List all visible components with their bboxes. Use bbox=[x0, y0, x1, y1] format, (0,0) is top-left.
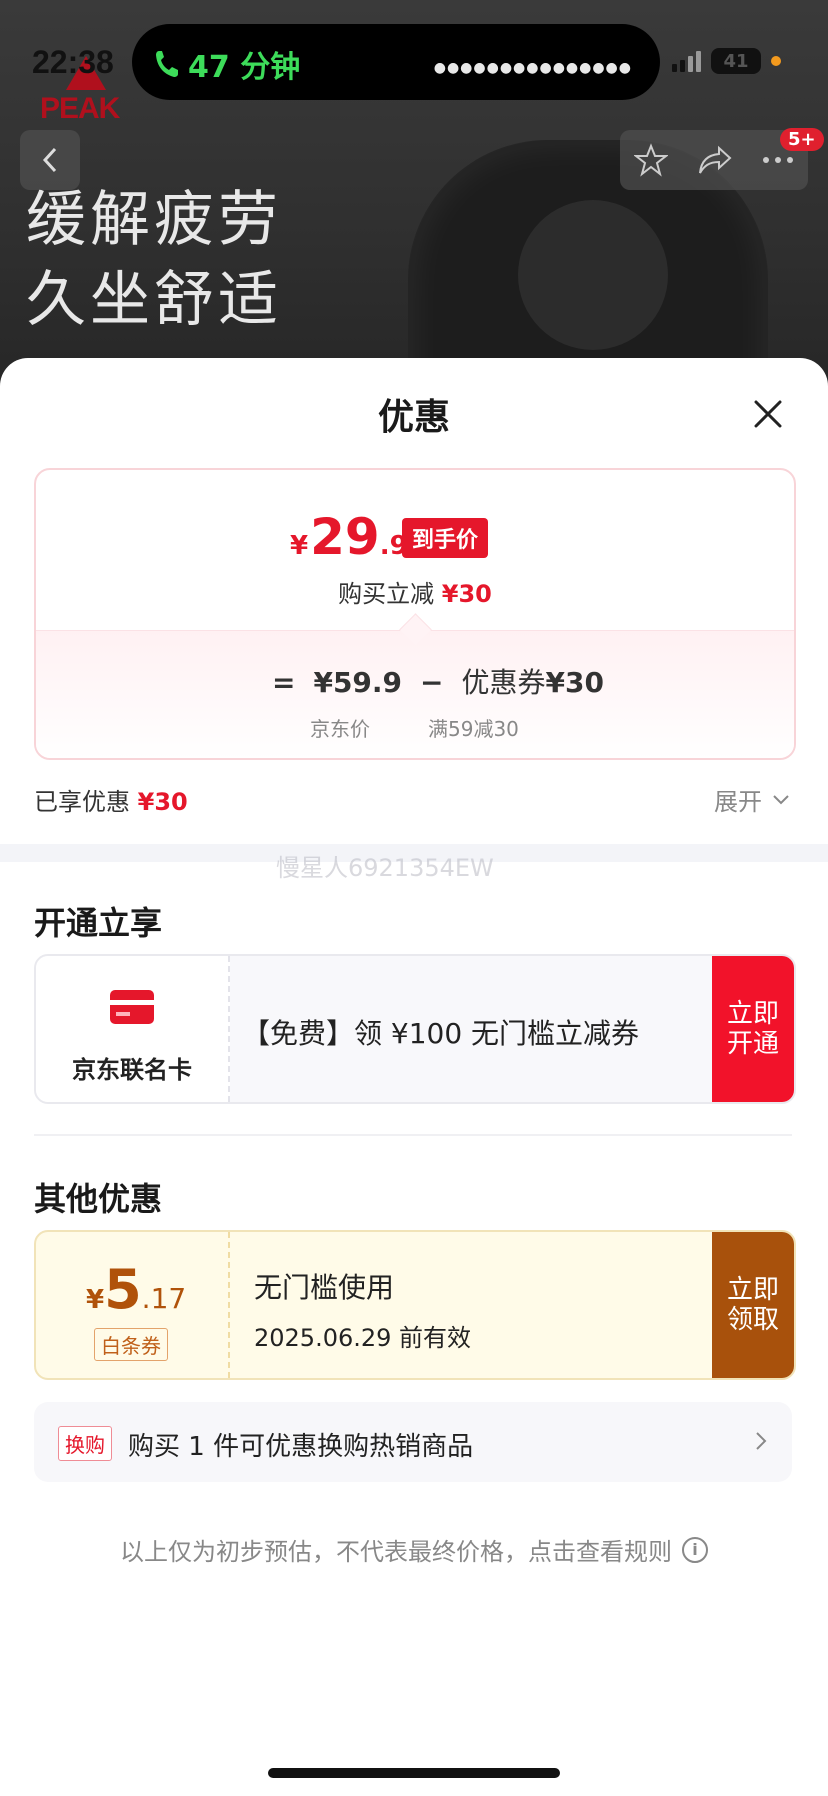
status-right: 41 bbox=[672, 48, 781, 74]
enjoyed-discount: 已享优惠 ¥30 bbox=[34, 788, 188, 816]
battery-icon: 41 bbox=[711, 48, 761, 74]
section-title-open: 开通立享 bbox=[34, 904, 163, 942]
jd-price: ¥59.9 bbox=[313, 666, 403, 699]
coupon-amount: ¥ 5 .17 bbox=[86, 1258, 187, 1321]
back-arrow-icon bbox=[42, 147, 57, 173]
equals-sign: = bbox=[272, 666, 296, 699]
info-icon: i bbox=[682, 1536, 708, 1563]
baitiao-coupon-card[interactable]: ¥ 5 .17 白条券 无门槛使用 2025.06.29 前有效 立即 领取 bbox=[34, 1230, 796, 1380]
chevron-down-icon bbox=[773, 794, 789, 804]
price-breakdown-card: ¥ 29 .9 到手价 购买立减 ¥30 = ¥59.9 − 优惠券¥30 京东… bbox=[34, 468, 796, 760]
claim-now-button[interactable]: 立即 领取 bbox=[712, 1232, 794, 1378]
jd-card-offer-desc: 【免费】领 ¥100 无门槛立减券 bbox=[242, 1017, 640, 1050]
open-now-button[interactable]: 立即 开通 bbox=[712, 956, 794, 1102]
minus-sign: − bbox=[420, 666, 444, 699]
price-formula: = ¥59.9 − 优惠券¥30 京东价 满59减30 bbox=[36, 630, 794, 758]
close-icon[interactable] bbox=[748, 394, 788, 434]
jd-price-caption: 京东价 bbox=[310, 717, 370, 741]
watermark: 慢星人6921354EW bbox=[276, 854, 494, 882]
exchange-text: 购买 1 件可优惠换购热销商品 bbox=[128, 1432, 474, 1462]
status-time: 22:38 bbox=[32, 44, 114, 80]
exchange-offer-row[interactable]: 换购 购买 1 件可优惠换购热销商品 bbox=[34, 1402, 792, 1482]
headline-line-1: 缓解疲劳 bbox=[26, 185, 282, 255]
coupon-deduction: 优惠券¥30 bbox=[461, 666, 604, 699]
phone-icon bbox=[156, 51, 178, 77]
jd-card-offer[interactable]: 京东联名卡 【免费】领 ¥100 无门槛立减券 立即 开通 bbox=[34, 954, 796, 1104]
credit-card-icon bbox=[110, 990, 154, 1024]
divider bbox=[34, 1134, 792, 1136]
product-headline: 缓解疲劳 久坐舒适 bbox=[26, 180, 282, 340]
star-icon[interactable] bbox=[634, 143, 669, 177]
instant-reduction: 购买立减 ¥30 bbox=[338, 580, 492, 608]
headline-line-2: 久坐舒适 bbox=[26, 265, 282, 335]
privacy-indicator-dot bbox=[771, 56, 781, 66]
more-icon[interactable] bbox=[762, 156, 794, 164]
final-price-tag: 到手价 bbox=[402, 518, 489, 558]
signal-icon bbox=[672, 50, 701, 72]
coupon-caption: 满59减30 bbox=[428, 717, 519, 741]
rules-footnote[interactable]: 以上仅为初步预估，不代表最终价格，点击查看规则 i bbox=[0, 1532, 828, 1567]
coupon-validity: 2025.06.29 前有效 bbox=[254, 1324, 472, 1352]
dynamic-island-call[interactable]: 47 分钟 ●●●●●●●●●●●●●●● bbox=[132, 24, 660, 100]
sheet-title: 优惠 bbox=[377, 397, 450, 438]
home-indicator[interactable] bbox=[268, 1768, 560, 1778]
chevron-right-icon bbox=[756, 1432, 767, 1450]
cart-count-badge: 5+ bbox=[780, 128, 824, 151]
share-icon[interactable] bbox=[697, 144, 733, 176]
section-title-other: 其他优惠 bbox=[34, 1180, 163, 1218]
audio-waveform: ●●●●●●●●●●●●●●● bbox=[433, 60, 632, 76]
call-duration: 47 分钟 bbox=[188, 50, 301, 85]
coupon-title: 无门槛使用 bbox=[254, 1271, 395, 1304]
exchange-tag: 换购 bbox=[58, 1426, 112, 1461]
expand-button[interactable]: 展开 bbox=[714, 782, 790, 817]
product-image-detail bbox=[518, 200, 668, 350]
final-price: ¥ 29 .9 bbox=[290, 508, 408, 566]
back-button[interactable] bbox=[20, 130, 80, 190]
call-indicator: 47 分钟 bbox=[154, 42, 300, 86]
coupon-type-badge: 白条券 bbox=[94, 1328, 168, 1361]
jd-card-name: 京东联名卡 bbox=[72, 1056, 192, 1084]
discount-sheet: 优惠 ¥ 29 .9 到手价 购买立减 ¥30 = ¥59.9 − 优惠券¥30… bbox=[0, 358, 828, 1796]
